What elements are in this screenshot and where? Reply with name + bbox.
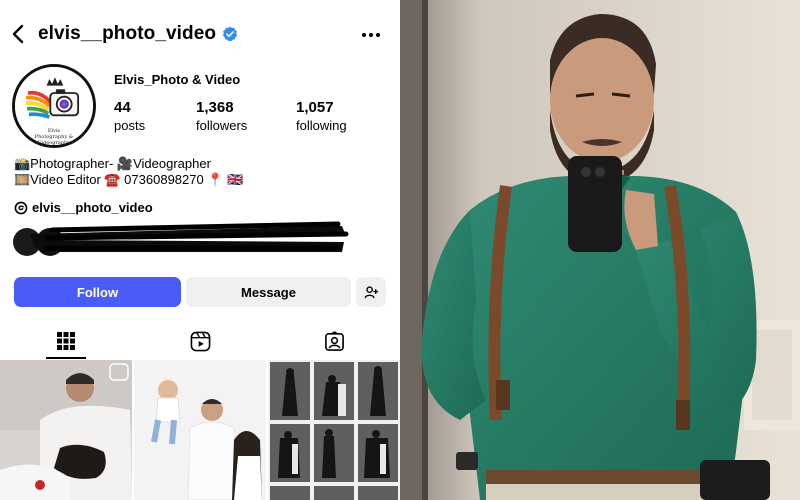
post-thumbnail[interactable] <box>268 360 400 500</box>
bio-line: 📸Photographer- 🎥Videographer <box>14 156 211 171</box>
followers-count: 1,368 <box>196 99 234 116</box>
message-button[interactable]: Message <box>186 277 351 307</box>
threads-link[interactable]: elvis__photo_video <box>14 200 153 215</box>
verified-badge-icon <box>223 26 238 42</box>
posts-label: posts <box>114 118 146 133</box>
profile-tabs <box>0 322 400 360</box>
avatar-logo-text: Elvis Photography & Videography <box>18 128 90 146</box>
reels-icon <box>190 331 210 351</box>
following-label: following <box>296 118 347 133</box>
chevron-left-icon[interactable] <box>8 22 30 46</box>
follow-button[interactable]: Follow <box>14 277 181 307</box>
posts-count: 44 <box>114 99 131 116</box>
following-stat[interactable]: 1,057 following <box>296 99 347 133</box>
display-name: Elvis_Photo & Video <box>114 72 241 87</box>
bio-line[interactable]: 🎞️Video Editor ☎️ 07360898270 📍 🇬🇧 <box>14 172 384 188</box>
threads-icon <box>14 201 28 214</box>
profile-header: elvis__photo_video <box>0 14 400 54</box>
instagram-profile-screen: elvis__photo_video Elvis Photography & V… <box>0 0 400 500</box>
post-image <box>268 360 400 500</box>
post-image <box>134 360 266 500</box>
mirror-selfie-photo <box>400 0 800 500</box>
tab-posts[interactable] <box>0 322 132 360</box>
posts-stat[interactable]: 44 posts <box>114 99 145 133</box>
redacted-followed-by <box>12 218 352 262</box>
posts-grid <box>0 360 400 500</box>
followers-label: followers <box>196 118 248 133</box>
post-thumbnail[interactable] <box>0 360 132 500</box>
avatar-logo-subtitle: Photography & Videography <box>34 134 74 146</box>
post-thumbnail[interactable] <box>134 360 266 500</box>
profile-username: elvis__photo_video <box>38 23 217 44</box>
threads-handle: elvis__photo_video <box>32 200 153 215</box>
post-image <box>0 360 132 500</box>
tab-reels[interactable] <box>134 322 266 360</box>
selfie-image <box>400 0 800 500</box>
add-person-icon <box>364 285 378 298</box>
active-tab-indicator <box>46 357 86 359</box>
username-row: elvis__photo_video <box>38 23 238 45</box>
following-count: 1,057 <box>296 99 334 116</box>
more-horizontal-icon[interactable] <box>360 24 382 46</box>
add-person-button[interactable] <box>356 277 386 307</box>
grid-icon <box>57 332 75 350</box>
tagged-icon <box>324 330 344 351</box>
profile-bio: 📸Photographer- 🎥Videographer 🎞️Video Edi… <box>14 156 384 188</box>
followers-stat[interactable]: 1,368 followers <box>196 99 247 133</box>
tab-tagged[interactable] <box>268 322 400 360</box>
